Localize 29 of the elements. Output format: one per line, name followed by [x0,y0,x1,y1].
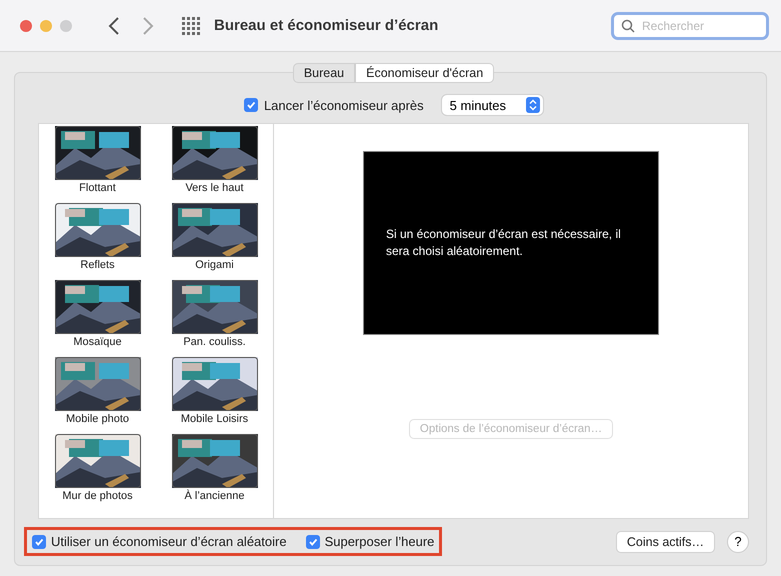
search-icon [621,18,635,32]
screensaver-label: Mobile photo [66,413,129,425]
screensaver-label: À l’ancienne [184,490,244,502]
stepper-icon [526,97,540,113]
screensaver-label: Flottant [79,182,116,194]
grid-icon[interactable] [182,16,200,34]
screensaver-label: Mosaïque [73,336,122,348]
screensaver-label: Pan. couliss. [183,336,246,348]
screensaver-label: Mobile Loisirs [180,413,248,425]
tab[interactable]: Bureau [292,63,356,83]
screensaver-label: Mur de photos [62,490,133,502]
close-button[interactable] [20,20,32,32]
checkbox[interactable] [306,534,320,548]
window-title: Bureau et économiseur d’écran [214,17,438,34]
checkbox-label: Superposer l’heure [324,534,434,549]
screensaver-label: Origami [195,259,234,271]
screensaver-label: Reflets [80,259,115,271]
checkbox-label: Lancer l’économiseur après [264,98,424,112]
checkbox[interactable] [32,534,46,548]
checkbox-label: Utiliser un économiseur d’écran aléatoire [51,534,287,549]
duration-dropdown[interactable]: 5 minutes [442,95,544,115]
back-icon[interactable] [108,16,120,36]
hot-corners-button[interactable]: Coins actifs… [616,530,715,552]
help-button[interactable]: ? [727,530,749,552]
preview-message: Si un économiseur d’écran est nécessaire, il sera choisi aléatoirement. [386,226,622,260]
search-field[interactable]: Rechercher [611,12,769,40]
screensaver-label: Vers le haut [185,182,244,194]
tab[interactable]: Économiseur d'écran [355,63,494,83]
checkbox[interactable] [244,98,258,112]
